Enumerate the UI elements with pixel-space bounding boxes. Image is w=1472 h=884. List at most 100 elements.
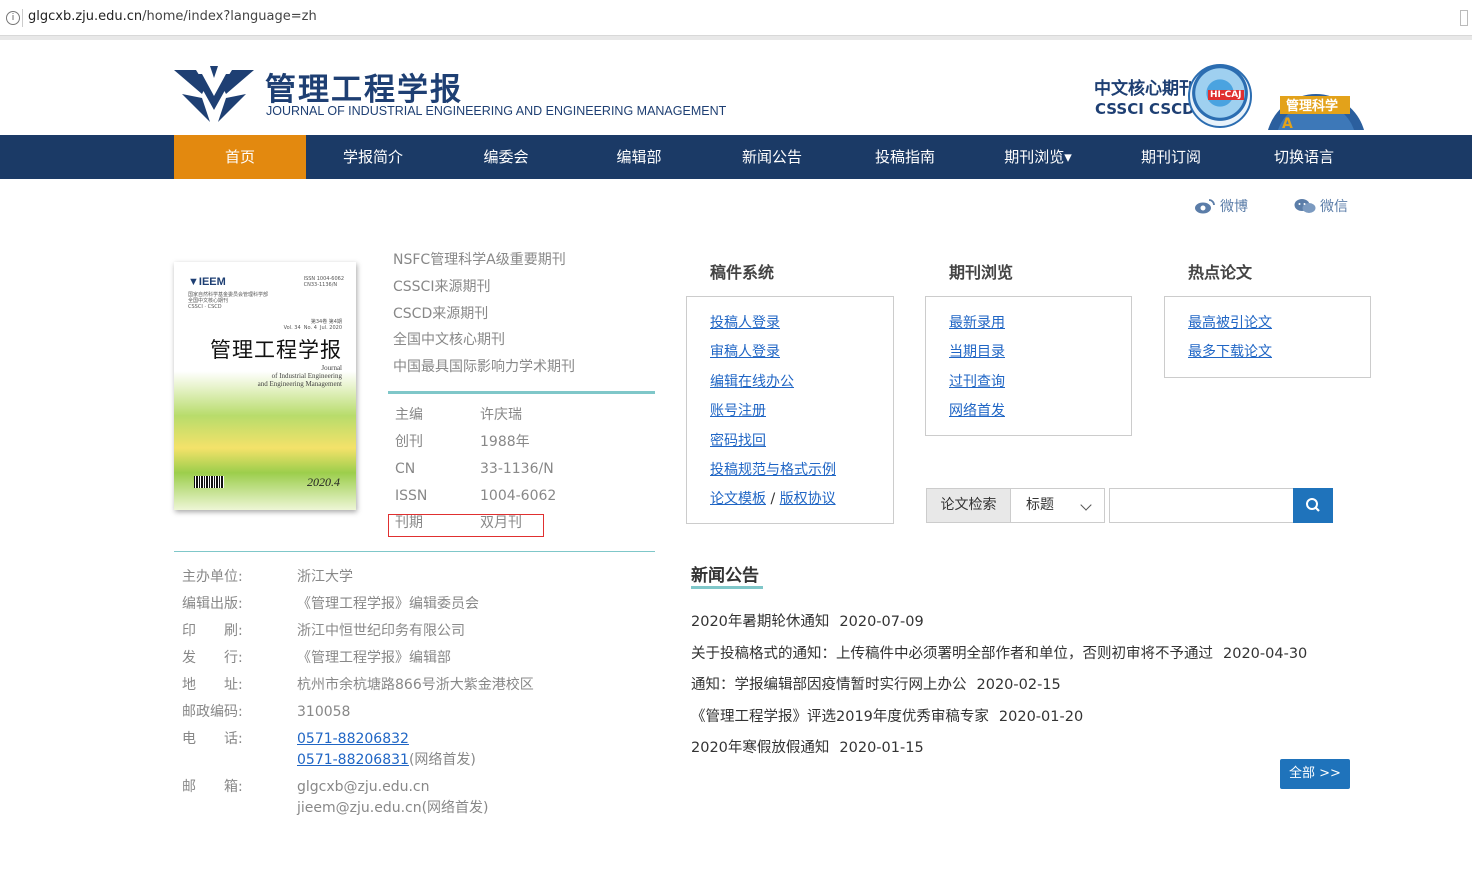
index-label: CSSCI CSCD	[1095, 100, 1195, 118]
cover-volume: 第34卷 第4期 Vol. 34 No. 4 Jul. 2020	[283, 319, 342, 331]
hicaj-badge-icon: HI-CAJ	[1188, 64, 1252, 128]
nav-browse[interactable]: 期刊浏览▾	[972, 135, 1104, 179]
tag-item: CSCD来源期刊	[393, 305, 489, 322]
manuscript-box: 投稿人登录 审稿人登录 编辑在线办公 账号注册 密码找回 投稿规范与格式示例 论…	[686, 296, 894, 524]
chevron-down-icon	[1080, 499, 1092, 511]
news-item[interactable]: 通知：学报编辑部因疫情暂时实行网上办公 2020-02-15	[691, 675, 1307, 707]
tag-item: 全国中文核心期刊	[393, 332, 505, 349]
template-links: 论文模板 / 版权协议	[710, 489, 893, 509]
publisher-info: 主办单位: 浙江大学 编辑出版: 《管理工程学报》编辑委员会 印 刷: 浙江中恒世纪印…	[182, 567, 534, 825]
meta-value: 33-1136/N	[480, 461, 554, 477]
highlight-box	[388, 514, 544, 537]
search-button[interactable]	[1293, 488, 1333, 523]
journal-cover[interactable]: ▼IEEM 国家自然科学基金委员会管理科学部 全国中文核心期刊 CSSCI · CS…	[174, 262, 356, 510]
more-news-button[interactable]: 全部 >>	[1280, 759, 1350, 789]
most-downloaded-link[interactable]: 最多下载论文	[1188, 342, 1370, 371]
info-key: 发 行:	[182, 650, 243, 666]
search-field-select[interactable]: 标题	[1010, 488, 1105, 523]
most-cited-link[interactable]: 最高被引论文	[1188, 313, 1370, 342]
core-journal-label: 中文核心期刊	[1094, 79, 1196, 99]
past-issues-link[interactable]: 过刊查询	[949, 372, 1131, 401]
meta-key: 主编	[395, 407, 423, 423]
nav-home[interactable]: 首页	[174, 135, 306, 179]
main-nav: 首页 学报简介 编委会 编辑部 新闻公告 投稿指南 期刊浏览▾ 期刊订阅 切换语…	[0, 135, 1472, 179]
site-subtitle: JOURNAL OF INDUSTRIAL ENGINEERING AND EN…	[266, 104, 727, 118]
site-header: 管理工程学报 JOURNAL OF INDUSTRIAL ENGINEERING…	[0, 40, 1472, 135]
divider	[388, 391, 655, 394]
meta-value: 1004-6062	[480, 488, 557, 504]
site-title: 管理工程学报	[265, 72, 463, 108]
svg-text:管理科学: 管理科学	[1286, 98, 1338, 114]
info-value: 《管理工程学报》编辑委员会	[297, 596, 479, 612]
author-login-link[interactable]: 投稿人登录	[710, 313, 893, 342]
meta-row: ISSN 1004-6062	[395, 486, 556, 513]
wechat-icon	[1294, 199, 1316, 213]
news-item[interactable]: 2020年寒假放假通知 2020-01-15	[691, 738, 1307, 770]
browser-address-bar[interactable]: i glgcxb.zju.edu.cn/home/index?language=…	[0, 0, 1472, 36]
tag-item: NSFC管理科学A级重要期刊	[393, 252, 566, 268]
editor-office-link[interactable]: 编辑在线办公	[710, 372, 893, 401]
journal-tags: NSFC管理科学A级重要期刊 CSSCI来源期刊 CSCD来源期刊 全国中文核心…	[393, 250, 575, 384]
info-value: 《管理工程学报》编辑部	[297, 650, 451, 666]
format-guide-link[interactable]: 投稿规范与格式示例	[710, 460, 893, 489]
email-value: jieem@zju.edu.cn(网络首发)	[297, 800, 489, 816]
copyright-link[interactable]: 版权协议	[780, 491, 836, 507]
password-recovery-link[interactable]: 密码找回	[710, 431, 893, 460]
reviewer-login-link[interactable]: 审稿人登录	[710, 342, 893, 371]
nav-subscribe[interactable]: 期刊订阅	[1105, 135, 1237, 179]
journal-logo-icon[interactable]	[172, 64, 256, 124]
barcode-icon	[194, 476, 224, 488]
weixin-link[interactable]: 微信	[1294, 196, 1348, 216]
phone-link[interactable]: 0571-88206831	[297, 752, 409, 768]
meta-value: 许庆瑞	[480, 407, 522, 423]
divider	[174, 551, 655, 552]
news-item[interactable]: 《管理工程学报》评选2019年度优秀审稿专家 2020-01-20	[691, 707, 1307, 739]
cover-title: 管理工程学报	[210, 338, 342, 362]
template-link[interactable]: 论文模板	[710, 491, 766, 507]
cover-english-title: Journal of Industrial Engineering and En…	[257, 364, 342, 388]
current-issue-link[interactable]: 当期目录	[949, 342, 1131, 371]
divider	[22, 9, 23, 27]
info-key: 地 址:	[182, 677, 243, 693]
meta-row: 创刊 1988年	[395, 432, 556, 459]
info-key: 编辑出版:	[182, 596, 243, 612]
info-key: 电 话:	[182, 731, 243, 747]
cover-org-text: 国家自然科学基金委员会管理科学部 全国中文核心期刊 CSSCI · CSCD	[188, 292, 269, 310]
cover-year: 2020.4	[307, 475, 340, 489]
register-link[interactable]: 账号注册	[710, 401, 893, 430]
nav-guide[interactable]: 投稿指南	[839, 135, 971, 179]
phone-note: (网络首发)	[408, 752, 476, 768]
info-key: 主办单位:	[182, 569, 243, 585]
nav-about[interactable]: 学报简介	[307, 135, 439, 179]
meta-row: CN 33-1136/N	[395, 459, 556, 486]
tag-item: CSSCI来源期刊	[393, 278, 491, 295]
news-item[interactable]: 关于投稿格式的通知：上传稿件中必须署明全部作者和单位，否则初审将不予通过 2020…	[691, 644, 1307, 676]
nav-language[interactable]: 切换语言	[1238, 135, 1370, 179]
weibo-link[interactable]: 微博	[1194, 196, 1248, 216]
info-value: 浙江大学	[297, 569, 353, 585]
email-value: glgcxb@zju.edu.cn	[297, 779, 430, 795]
tag-item: 中国最具国际影响力学术期刊	[393, 359, 575, 376]
nav-board[interactable]: 编委会	[440, 135, 572, 179]
svg-text:A: A	[1282, 116, 1293, 132]
info-value: 浙江中恒世纪印务有限公司	[297, 623, 465, 639]
info-value: 杭州市余杭塘路866号浙大紫金港校区	[297, 677, 534, 693]
url-text[interactable]: glgcxb.zju.edu.cn/home/index?language=zh	[28, 9, 317, 24]
news-list: 2020年暑期轮休通知 2020-07-09 关于投稿格式的通知：上传稿件中必须署…	[691, 612, 1307, 770]
phone-link[interactable]: 0571-88206832	[297, 731, 409, 747]
browse-title: 期刊浏览	[949, 263, 1014, 282]
online-first-link[interactable]: 网络首发	[949, 401, 1131, 430]
nav-editorial[interactable]: 编辑部	[573, 135, 705, 179]
search-icon	[1306, 498, 1320, 512]
meta-key: CN	[395, 461, 416, 477]
hot-box: 最高被引论文 最多下载论文	[1164, 296, 1371, 378]
search-input[interactable]	[1109, 488, 1294, 523]
latest-accepted-link[interactable]: 最新录用	[949, 313, 1131, 342]
nav-news[interactable]: 新闻公告	[706, 135, 838, 179]
info-value: 310058	[297, 704, 351, 720]
info-icon[interactable]: i	[6, 11, 20, 25]
news-item[interactable]: 2020年暑期轮休通知 2020-07-09	[691, 612, 1307, 644]
meta-key: 创刊	[395, 434, 423, 450]
cover-brand: ▼IEEM	[188, 276, 226, 288]
page-icon	[1460, 10, 1468, 26]
